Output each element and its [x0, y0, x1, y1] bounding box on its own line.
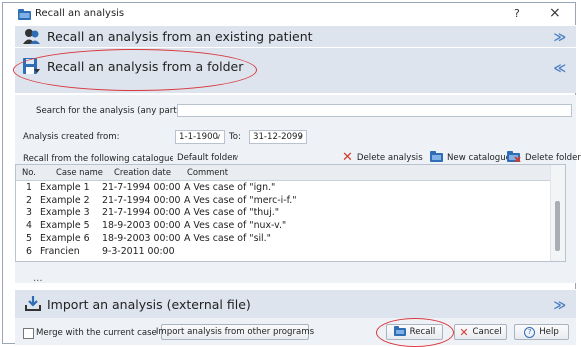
catalogue-value: Default folder: [177, 153, 237, 163]
chevron-down-icon[interactable]: ≫: [553, 30, 566, 44]
save-to-folder-icon: [23, 58, 41, 79]
delete-analysis-label: Delete analysis: [356, 153, 423, 163]
chevron-down-icon: ∨: [215, 132, 221, 141]
cell-date: 21-7-1994 00:00: [102, 194, 181, 206]
patient-icon: [23, 28, 41, 48]
cell-name: Example 3: [40, 207, 90, 219]
cell-name: Francien: [40, 245, 80, 257]
cell-date: 18-9-2003 00:00: [102, 220, 181, 232]
chevron-up-icon[interactable]: ≪: [553, 61, 566, 75]
cell-no: 4: [26, 220, 32, 232]
catalogue-select[interactable]: Default folder ∨: [173, 151, 243, 165]
column-header-case-name[interactable]: Case name: [56, 167, 103, 177]
scrollbar-thumb[interactable]: [555, 201, 560, 251]
help-label: Help: [539, 327, 559, 337]
section-label: Recall an analysis from an existing pati…: [47, 29, 313, 44]
table-row[interactable]: 2 Example 2 21-7-1994 00:00 A Ves case of "…: [16, 195, 551, 207]
new-folder-icon: [430, 151, 443, 165]
cell-no: 3: [26, 207, 32, 219]
column-header-creation-date[interactable]: Creation date: [114, 167, 171, 177]
recall-button[interactable]: Recall: [386, 324, 443, 340]
cell-comment: A Ves case of "nux-v.": [184, 220, 287, 232]
import-download-icon: [25, 296, 41, 315]
merge-checkbox[interactable]: [23, 328, 34, 339]
date-from-label: Analysis created from:: [23, 132, 120, 142]
section-import-external[interactable]: Import an analysis (external file) ≫: [15, 289, 576, 318]
help-circle-icon: ?: [524, 326, 536, 338]
date-to-label: To:: [229, 132, 241, 142]
chevron-down-icon: ∨: [233, 153, 239, 162]
recall-label: Recall: [409, 327, 436, 337]
cell-no: 5: [26, 232, 32, 244]
cell-name: Example 6: [40, 232, 90, 244]
table-row[interactable]: 5 Example 6 18-9-2003 00:00 A Ves case of "…: [16, 233, 551, 245]
cell-no: 1: [26, 182, 32, 193]
search-input[interactable]: [177, 104, 572, 117]
folder-app-icon: [18, 9, 31, 23]
date-to-value: 31-12-2099: [253, 132, 303, 142]
window-title: Recall an analysis: [35, 8, 125, 19]
cell-comment: A Ves case of "thuj.": [184, 207, 280, 219]
cell-date: 18-9-2003 00:00: [102, 232, 181, 244]
analyses-table: No. Case name Creation date Comment 1 Exa…: [15, 164, 566, 262]
column-header-no[interactable]: No.: [22, 167, 36, 177]
section-label: Recall an analysis from a folder: [47, 59, 244, 74]
cell-date: 9-3-2011 00:00: [102, 245, 175, 257]
catalogue-label: Recall from the following catalogue:: [23, 154, 178, 164]
cell-date: 21-7-1994 00:00: [102, 207, 181, 219]
cell-date: 21-7-1994 00:00: [102, 182, 181, 193]
close-button[interactable]: ×: [549, 5, 561, 21]
column-header-comment[interactable]: Comment: [187, 167, 228, 177]
merge-label: Merge with the current case: [36, 328, 157, 338]
cell-name: Example 1: [40, 182, 90, 193]
section-label: Import an analysis (external file): [47, 297, 251, 312]
cell-no: 6: [26, 245, 32, 257]
folder-icon: [393, 325, 406, 339]
table-row[interactable]: 3 Example 3 21-7-1994 00:00 A Ves case of "…: [16, 207, 551, 219]
title-bar: Recall an analysis ? ×: [3, 3, 575, 25]
delete-folder-label: Delete folder: [525, 153, 581, 163]
cancel-label: Cancel: [472, 327, 502, 337]
delete-x-icon: ✕: [342, 150, 353, 165]
date-from-value: 1-1-1900: [179, 132, 219, 142]
cell-comment: A Ves case of "merc-i-f.": [184, 194, 297, 206]
cell-name: Example 5: [40, 220, 90, 232]
help-title-button[interactable]: ?: [514, 7, 520, 20]
recall-analysis-dialog: Recall an analysis ? × Recall an analysi…: [2, 2, 581, 347]
import-other-label: Import analysis from other programs: [155, 327, 315, 337]
section-existing-patient[interactable]: Recall an analysis from an existing pati…: [15, 25, 576, 47]
section-from-folder[interactable]: Recall an analysis from a folder ≪: [15, 47, 576, 93]
cell-name: Example 2: [40, 194, 90, 206]
table-header: No. Case name Creation date Comment: [16, 165, 551, 181]
chevron-down-icon: ∨: [297, 132, 303, 141]
search-label: Search for the analysis (any part):: [36, 106, 183, 116]
cell-no: 2: [26, 194, 32, 206]
vertical-scrollbar[interactable]: [550, 165, 565, 261]
date-from-picker[interactable]: 1-1-1900 ∨: [175, 130, 225, 144]
table-row[interactable]: 4 Example 5 18-9-2003 00:00 A Ves case of "…: [16, 220, 551, 232]
import-other-programs-button[interactable]: Import analysis from other programs: [156, 324, 314, 340]
date-to-picker[interactable]: 31-12-2099 ∨: [249, 130, 307, 144]
help-button[interactable]: ? Help: [514, 324, 569, 340]
cell-comment: A Ves case of "ign.": [184, 182, 276, 193]
cell-comment: A Ves case of "sil.": [184, 232, 271, 244]
delete-folder-icon: [507, 151, 521, 165]
chevron-down-icon[interactable]: ≫: [553, 298, 566, 312]
table-row[interactable]: 1 Example 1 21-7-1994 00:00 A Ves case of "…: [16, 182, 551, 194]
cancel-button[interactable]: ✕ Cancel: [454, 324, 507, 340]
cancel-x-icon: ✕: [459, 325, 469, 339]
new-catalogue-label: New catalogue: [447, 153, 511, 163]
more-ellipsis: ...: [33, 273, 43, 284]
table-row[interactable]: 6 Francien 9-3-2011 00:00: [16, 246, 551, 258]
